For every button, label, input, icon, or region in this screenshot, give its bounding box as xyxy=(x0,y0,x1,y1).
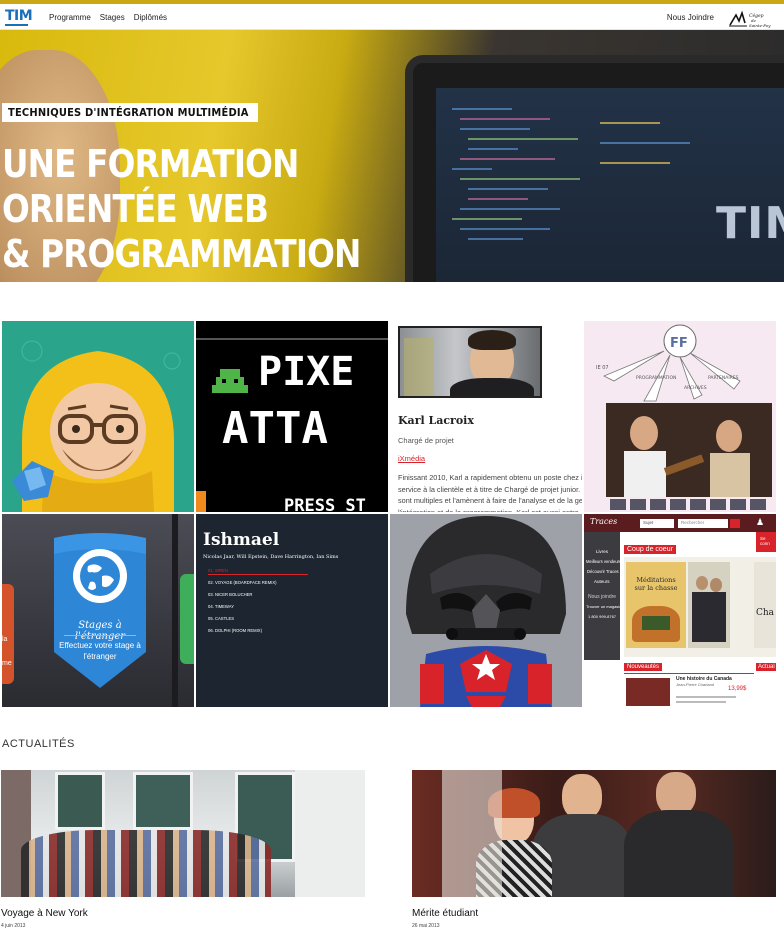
projects-grid: PIXE ATTA PRESS ST Karl Lacroix Chargé d… xyxy=(0,320,784,708)
graduate-photo xyxy=(398,326,542,398)
globe-icon xyxy=(73,549,127,603)
main-menu: Programme Stages Diplômés xyxy=(49,13,167,22)
user-icon[interactable]: ♟ xyxy=(756,517,766,529)
news-title-merite[interactable]: Mérite étudiant xyxy=(412,908,776,919)
news-card-merite[interactable]: Mérite étudiant 26 mai 2013 xyxy=(412,770,776,929)
graduate-name: Karl Lacroix xyxy=(398,414,474,427)
news-image-new-york[interactable] xyxy=(1,770,365,897)
hero-title-line-2: ORIENTÉE WEB xyxy=(2,187,269,231)
project-tile-festival[interactable]: FF IE 07 PROGRAMMATION ARCHIVES PARTENAI… xyxy=(584,321,776,512)
stages-subtitle: Effectuez votre stage à l'étranger xyxy=(59,641,141,661)
hero-title-line-3: & PROGRAMMATION xyxy=(2,232,361,276)
hero-screen-logo: TIM xyxy=(716,198,784,249)
ishmael-track-5[interactable]: 05. CASTLES xyxy=(208,616,234,621)
news-date-new-york: 4 juin 2013 xyxy=(1,923,26,929)
site-logo-text: TIM xyxy=(5,8,33,24)
traces-menu-item-4[interactable]: Auteurs xyxy=(594,579,610,584)
graduate-bio: Finissant 2010, Karl a rapidement obtenu… xyxy=(398,473,582,512)
book-cover-meditations[interactable]: Méditations sur la chasse xyxy=(626,562,686,648)
book-cover-photo[interactable] xyxy=(688,562,730,648)
site-logo[interactable]: TIM xyxy=(5,8,33,26)
book2-price: 13,99$ xyxy=(728,686,747,692)
top-navigation: TIM Programme Stages Diplômés Nous Joind… xyxy=(0,4,784,30)
traces-contact-phone: 1 800 999-8767 xyxy=(588,614,617,619)
hero-program-tag: TECHNIQUES D'INTÉGRATION MULTIMÉDIA xyxy=(2,103,258,122)
traces-coup-de-coeur: Coup de coeur xyxy=(624,545,676,554)
traces-menu-item-1[interactable]: Livres xyxy=(596,549,608,554)
project-tile-ishmael[interactable]: Ishmael Nicolas Jaar, Will Epstein, Dave… xyxy=(196,514,388,707)
hero-banner: TIM TECHNIQUES D'INTÉGRATION MULTIMÉDIA … xyxy=(0,30,784,282)
logo-underline xyxy=(5,24,28,26)
project-tile-traces[interactable]: Traces Sujet Rechercher ♟ Se conn Livres… xyxy=(584,514,776,707)
cegep-logo[interactable]: Cégep de Sainte-Foy xyxy=(728,9,774,29)
festival-logo: FF xyxy=(670,336,688,351)
news-heading: ACTUALITÉS xyxy=(2,738,75,750)
book-cover-title: Méditations sur la chasse xyxy=(634,576,678,592)
news-title-new-york[interactable]: Voyage à New York xyxy=(1,908,365,919)
festival-illustration: FF IE 07 PROGRAMMATION ARCHIVES PARTENAI… xyxy=(584,321,776,512)
project-tile-cartoon-hood[interactable] xyxy=(2,321,194,512)
graduate-profile-tile[interactable]: Karl Lacroix Chargé de projet iXmédia Fi… xyxy=(390,321,582,512)
nav-link-stages[interactable]: Stages xyxy=(100,13,125,22)
ishmael-title: Ishmael xyxy=(203,530,280,550)
traces-search-button[interactable] xyxy=(730,519,740,528)
ishmael-track-6[interactable]: 06. DOLPHI (ROOM REMIX) xyxy=(208,628,262,633)
festival-label-1: IE 07 xyxy=(596,365,609,371)
pixel-press-start: PRESS ST xyxy=(284,496,366,512)
pixel-attack-illustration: PIXE ATTA PRESS ST xyxy=(196,321,388,512)
nav-link-contact[interactable]: Nous Joindre xyxy=(667,13,714,22)
ishmael-track-1[interactable]: 01. SIREN xyxy=(208,568,228,573)
news-date-merite: 26 mai 2013 xyxy=(412,923,440,929)
book-thumb-canada[interactable] xyxy=(626,678,670,706)
traces-contact-store[interactable]: Trouver un magasin xyxy=(586,604,621,609)
helmet-illustration xyxy=(390,514,582,707)
traces-login[interactable]: Se conn xyxy=(760,536,776,546)
book-cover-partial[interactable]: Cha xyxy=(754,562,776,648)
ishmael-track-4[interactable]: 04. TIMEWAY xyxy=(208,604,234,609)
news-image-merite[interactable] xyxy=(412,770,776,897)
stages-abroad-tile[interactable]: Stages à l'étranger Effectuez votre stag… xyxy=(2,514,194,707)
festival-label-4: PARTENAIRES xyxy=(708,375,739,381)
cartoon-hood-illustration xyxy=(2,321,194,512)
nav-link-diplomes[interactable]: Diplômés xyxy=(134,13,167,22)
project-tile-helmet[interactable] xyxy=(390,514,582,707)
hero-title: UNE FORMATION ORIENTÉE WEB & PROGRAMMATI… xyxy=(2,142,361,277)
traces-actualites-tab: Actual xyxy=(756,663,776,671)
pixel-title-line-2: ATTA xyxy=(222,403,328,454)
graduate-role: Chargé de projet xyxy=(398,436,454,445)
book2-author: Jean-Pierre Charland xyxy=(676,682,715,687)
traces-search-input[interactable]: Rechercher xyxy=(678,519,728,528)
traces-menu-item-3[interactable]: Découvrir Traces xyxy=(587,569,619,574)
traces-logo: Traces xyxy=(590,517,618,526)
nav-link-programme[interactable]: Programme xyxy=(49,13,91,22)
traces-nouveautes: Nouveautés xyxy=(624,663,663,671)
svg-text:Sainte-Foy: Sainte-Foy xyxy=(749,23,771,28)
project-tile-pixel-attack[interactable]: PIXE ATTA PRESS ST xyxy=(196,321,388,512)
festival-label-3: ARCHIVES xyxy=(684,385,707,391)
hero-title-line-1: UNE FORMATION xyxy=(2,142,299,186)
ishmael-credits: Nicolas Jaar, Will Epstein, Dave Harring… xyxy=(203,554,339,560)
pixel-title-line-1: PIXE xyxy=(258,349,354,395)
news-card-new-york[interactable]: Voyage à New York 4 juin 2013 xyxy=(1,770,365,929)
ishmael-track-3[interactable]: 03. NICER BOLUCHER xyxy=(208,592,252,597)
graduate-company-link[interactable]: iXmédia xyxy=(398,454,425,463)
stages-title: Stages à l'étranger xyxy=(74,620,126,642)
traces-contact-title: Nous joindre xyxy=(588,594,617,600)
ishmael-track-2[interactable]: 02. VOYAGE (BOARDFACE REMIX) xyxy=(208,580,277,585)
festival-label-2: PROGRAMMATION xyxy=(636,375,676,381)
traces-menu-item-2[interactable]: Meilleurs vendeurs xyxy=(586,559,621,564)
traces-category-select[interactable]: Sujet xyxy=(640,519,674,528)
